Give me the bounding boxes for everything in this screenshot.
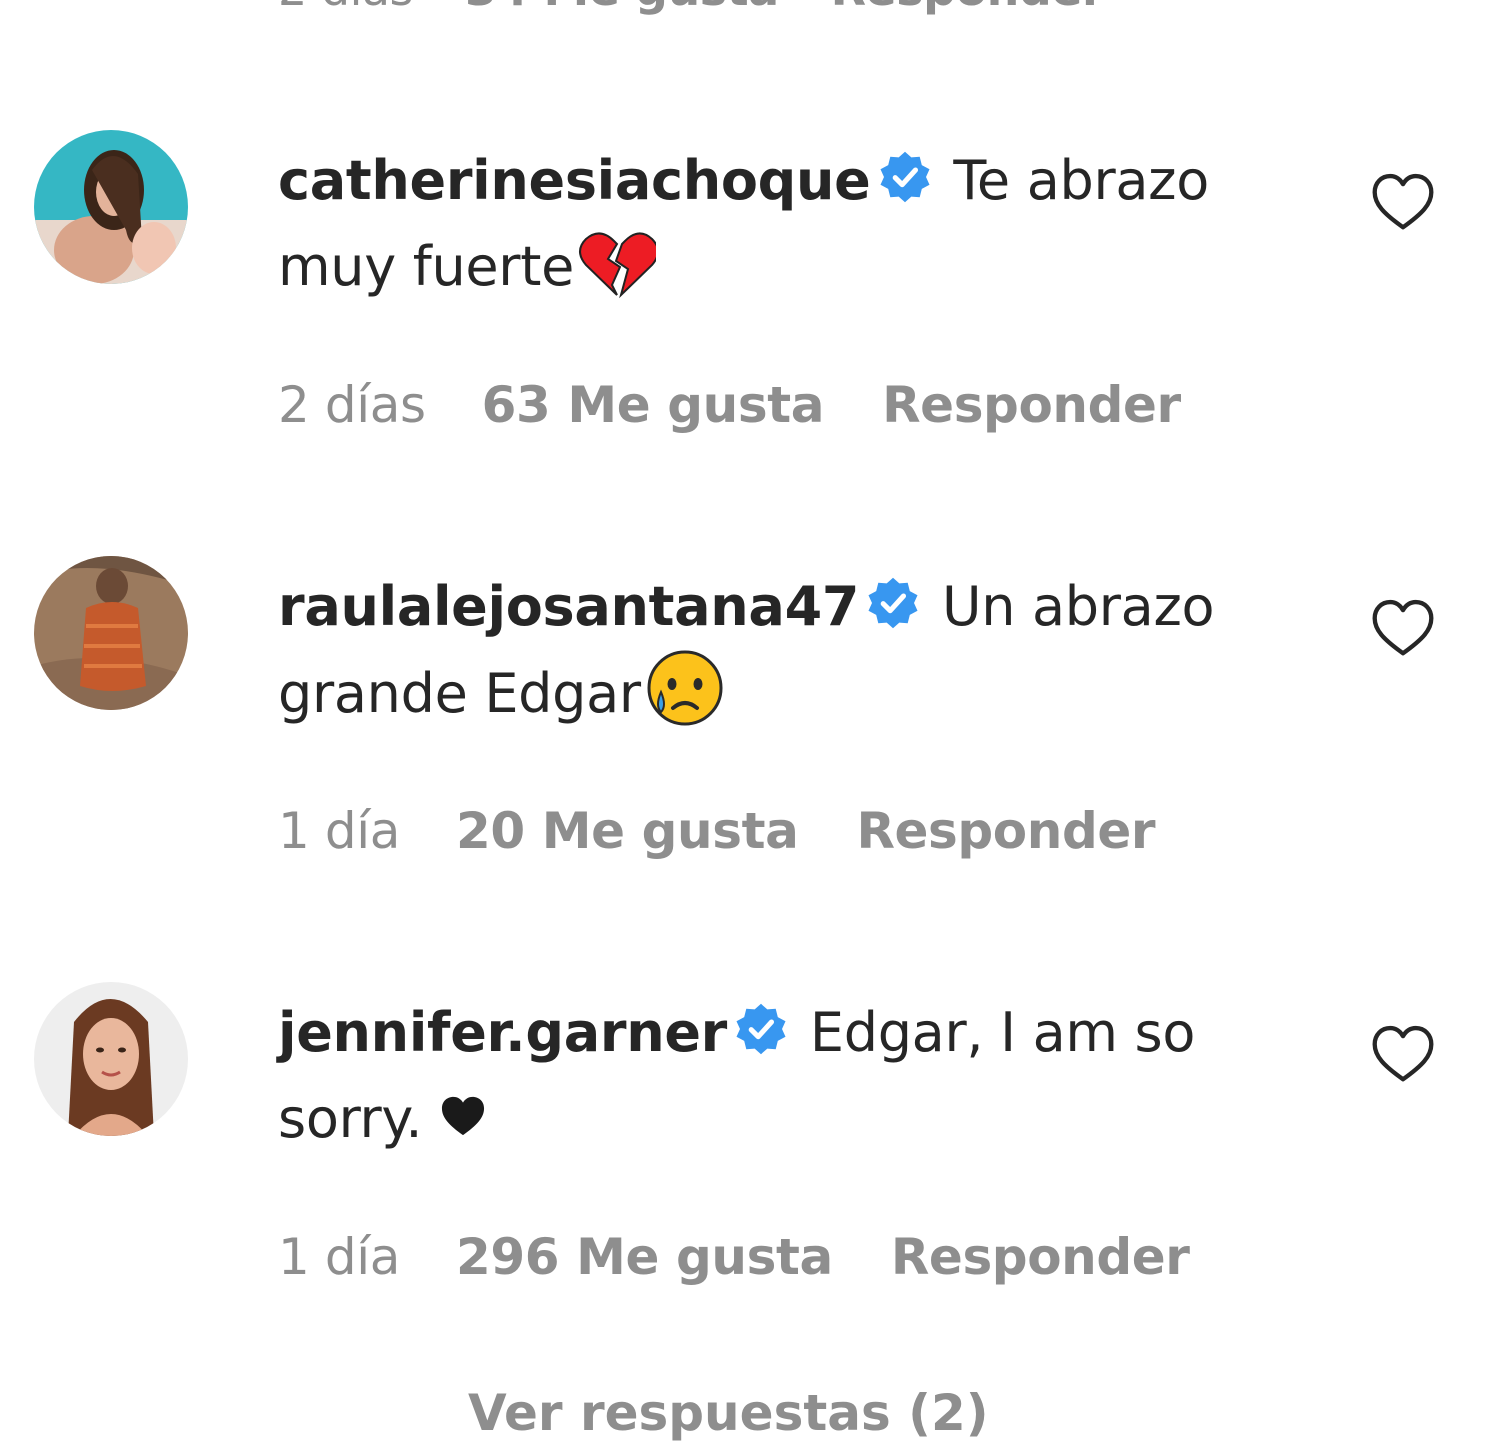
- like-heart-icon[interactable]: [1370, 598, 1436, 660]
- comment-time: 2 días: [278, 0, 414, 16]
- comment-meta: 1 día 20 Me gusta Responder: [278, 802, 1156, 860]
- avatar[interactable]: [34, 130, 188, 284]
- previous-comment-meta: 2 días 34 Me gusta Responder: [278, 0, 1156, 16]
- comment-text: raulalejosantana47 Un abrazo grande Edga…: [278, 564, 1288, 737]
- avatar[interactable]: [34, 982, 188, 1136]
- verified-badge-icon: [736, 1003, 786, 1055]
- view-replies-button[interactable]: Ver respuestas (2): [468, 1384, 989, 1442]
- comment-time: 1 día: [278, 1228, 400, 1286]
- comment-item: jennifer.garner Edgar, I am so sorry. 1 …: [0, 980, 1500, 1400]
- comment-likes[interactable]: 34 Me gusta: [465, 0, 779, 16]
- comment-time: 2 días: [278, 376, 426, 434]
- crying-face-icon: [647, 650, 723, 726]
- comment-username[interactable]: raulalejosantana47: [278, 575, 859, 638]
- comment-likes[interactable]: 20 Me gusta: [456, 802, 799, 860]
- reply-button[interactable]: Responder: [891, 1228, 1190, 1286]
- verified-badge-icon: [880, 151, 930, 203]
- like-heart-icon[interactable]: [1370, 172, 1436, 234]
- comment-time: 1 día: [278, 802, 400, 860]
- like-heart-icon[interactable]: [1370, 1024, 1436, 1086]
- black-heart-icon: [442, 1096, 485, 1136]
- reply-button[interactable]: Responder: [882, 376, 1181, 434]
- reply-button[interactable]: Responder: [856, 802, 1155, 860]
- comment-text: jennifer.garner Edgar, I am so sorry.: [278, 990, 1288, 1162]
- avatar[interactable]: [34, 556, 188, 710]
- reply-button[interactable]: Responder: [831, 0, 1105, 16]
- comment-username[interactable]: catherinesiachoque: [278, 149, 871, 212]
- comment-meta: 2 días 63 Me gusta Responder: [278, 376, 1181, 434]
- comment-likes[interactable]: 63 Me gusta: [482, 376, 825, 434]
- comment-text: catherinesiachoque Te abrazo muy fuerte: [278, 138, 1288, 310]
- comment-item: raulalejosantana47 Un abrazo grande Edga…: [0, 554, 1500, 974]
- broken-heart-icon: [579, 232, 657, 299]
- comment-item: catherinesiachoque Te abrazo muy fuerte …: [0, 128, 1500, 548]
- verified-badge-icon: [868, 577, 918, 629]
- comment-username[interactable]: jennifer.garner: [278, 1001, 727, 1064]
- comment-meta: 1 día 296 Me gusta Responder: [278, 1228, 1190, 1286]
- comment-likes[interactable]: 296 Me gusta: [456, 1228, 833, 1286]
